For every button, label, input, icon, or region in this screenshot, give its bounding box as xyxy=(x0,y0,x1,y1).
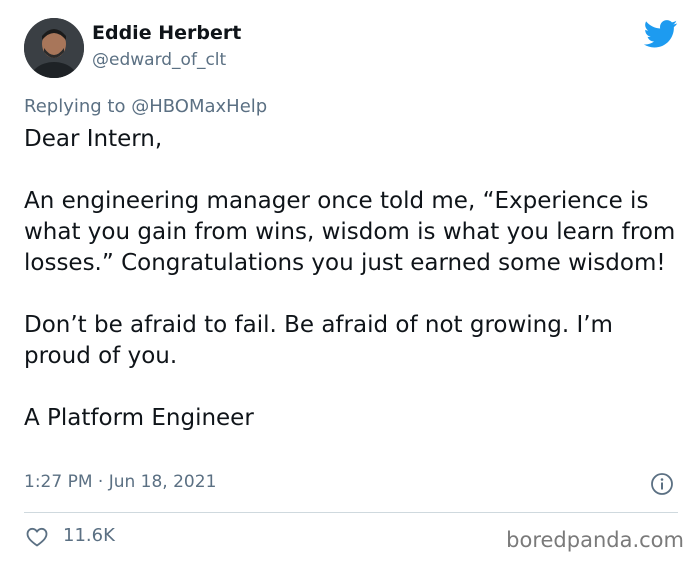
reply-context: Replying to @HBOMaxHelp xyxy=(24,96,267,117)
avatar[interactable] xyxy=(24,18,84,78)
twitter-bird-icon xyxy=(644,20,678,48)
tweet-timestamp[interactable]: 1:27 PM · Jun 18, 2021 xyxy=(24,472,216,492)
tweet-text: Dear Intern, An engineering manager once… xyxy=(24,124,684,434)
divider xyxy=(24,512,678,513)
author-name[interactable]: Eddie Herbert xyxy=(92,22,241,44)
author-handle[interactable]: @edward_of_clt xyxy=(92,50,226,70)
tweet-paragraph: Don’t be afraid to fail. Be afraid of no… xyxy=(24,312,613,369)
info-icon[interactable] xyxy=(650,472,674,496)
profile-photo xyxy=(24,18,84,78)
tweet-paragraph: Dear Intern, xyxy=(24,126,163,152)
like-count: 11.6K xyxy=(63,525,115,546)
tweet-paragraph: An engineering manager once told me, “Ex… xyxy=(24,188,676,276)
reply-mention-link[interactable]: @HBOMaxHelp xyxy=(131,96,267,117)
tweet-paragraph: A Platform Engineer xyxy=(24,405,254,431)
watermark: boredpanda.com xyxy=(506,528,684,552)
reply-prefix: Replying to xyxy=(24,96,126,117)
heart-icon[interactable] xyxy=(25,525,49,549)
